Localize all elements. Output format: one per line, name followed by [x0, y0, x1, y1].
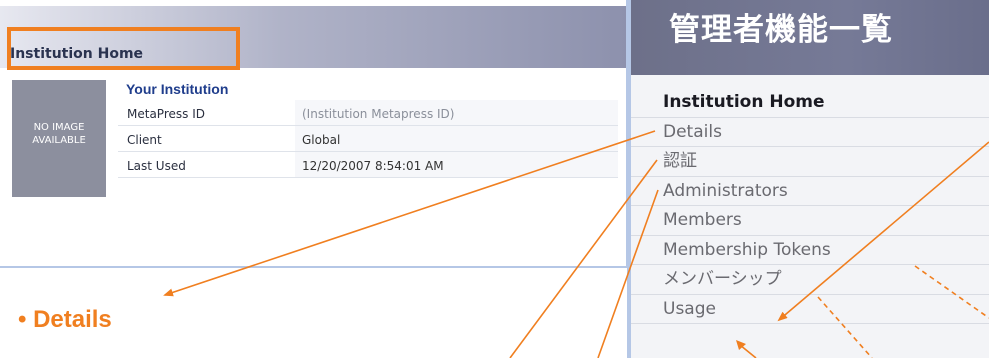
admin-panel-title: 管理者機能一覧 — [669, 12, 893, 48]
institution-details-table: MetaPress ID (Institution Metapress ID) … — [118, 100, 618, 178]
detail-value: (Institution Metapress ID) — [302, 107, 455, 121]
admin-menu-item-details[interactable]: Details — [631, 118, 989, 147]
highlight-box — [7, 27, 240, 70]
detail-row-client: Client Global — [118, 126, 618, 152]
bullet-caption-details: • Details — [18, 306, 112, 333]
admin-menu-item-membership[interactable]: メンバーシップ — [631, 265, 989, 295]
admin-panel-header: 管理者機能一覧 — [631, 0, 989, 75]
institution-logo-placeholder: NO IMAGE AVAILABLE — [12, 80, 106, 197]
detail-label: Last Used — [127, 159, 186, 173]
detail-label: Client — [127, 133, 162, 147]
detail-row-last-used: Last Used 12/20/2007 8:54:01 AM — [118, 152, 618, 178]
no-image-label: NO IMAGE AVAILABLE — [32, 121, 86, 146]
admin-function-panel: 管理者機能一覧 Institution Home Details 認証 Admi… — [627, 0, 989, 358]
institution-name: Your Institution — [126, 81, 229, 97]
detail-value: 12/20/2007 8:54:01 AM — [302, 159, 444, 173]
admin-menu-item-authentication[interactable]: 認証 — [631, 147, 989, 177]
admin-menu-list: Institution Home Details 認証 Administrato… — [631, 88, 989, 324]
detail-label: MetaPress ID — [127, 107, 205, 121]
admin-menu-item-membership-tokens[interactable]: Membership Tokens — [631, 236, 989, 265]
admin-menu-item-administrators[interactable]: Administrators — [631, 177, 989, 206]
detail-value: Global — [302, 133, 341, 147]
admin-menu-item-usage[interactable]: Usage — [631, 295, 989, 324]
admin-menu-item-institution-home[interactable]: Institution Home — [631, 88, 989, 118]
admin-menu-item-members[interactable]: Members — [631, 206, 989, 236]
detail-row-metapress-id: MetaPress ID (Institution Metapress ID) — [118, 100, 618, 126]
